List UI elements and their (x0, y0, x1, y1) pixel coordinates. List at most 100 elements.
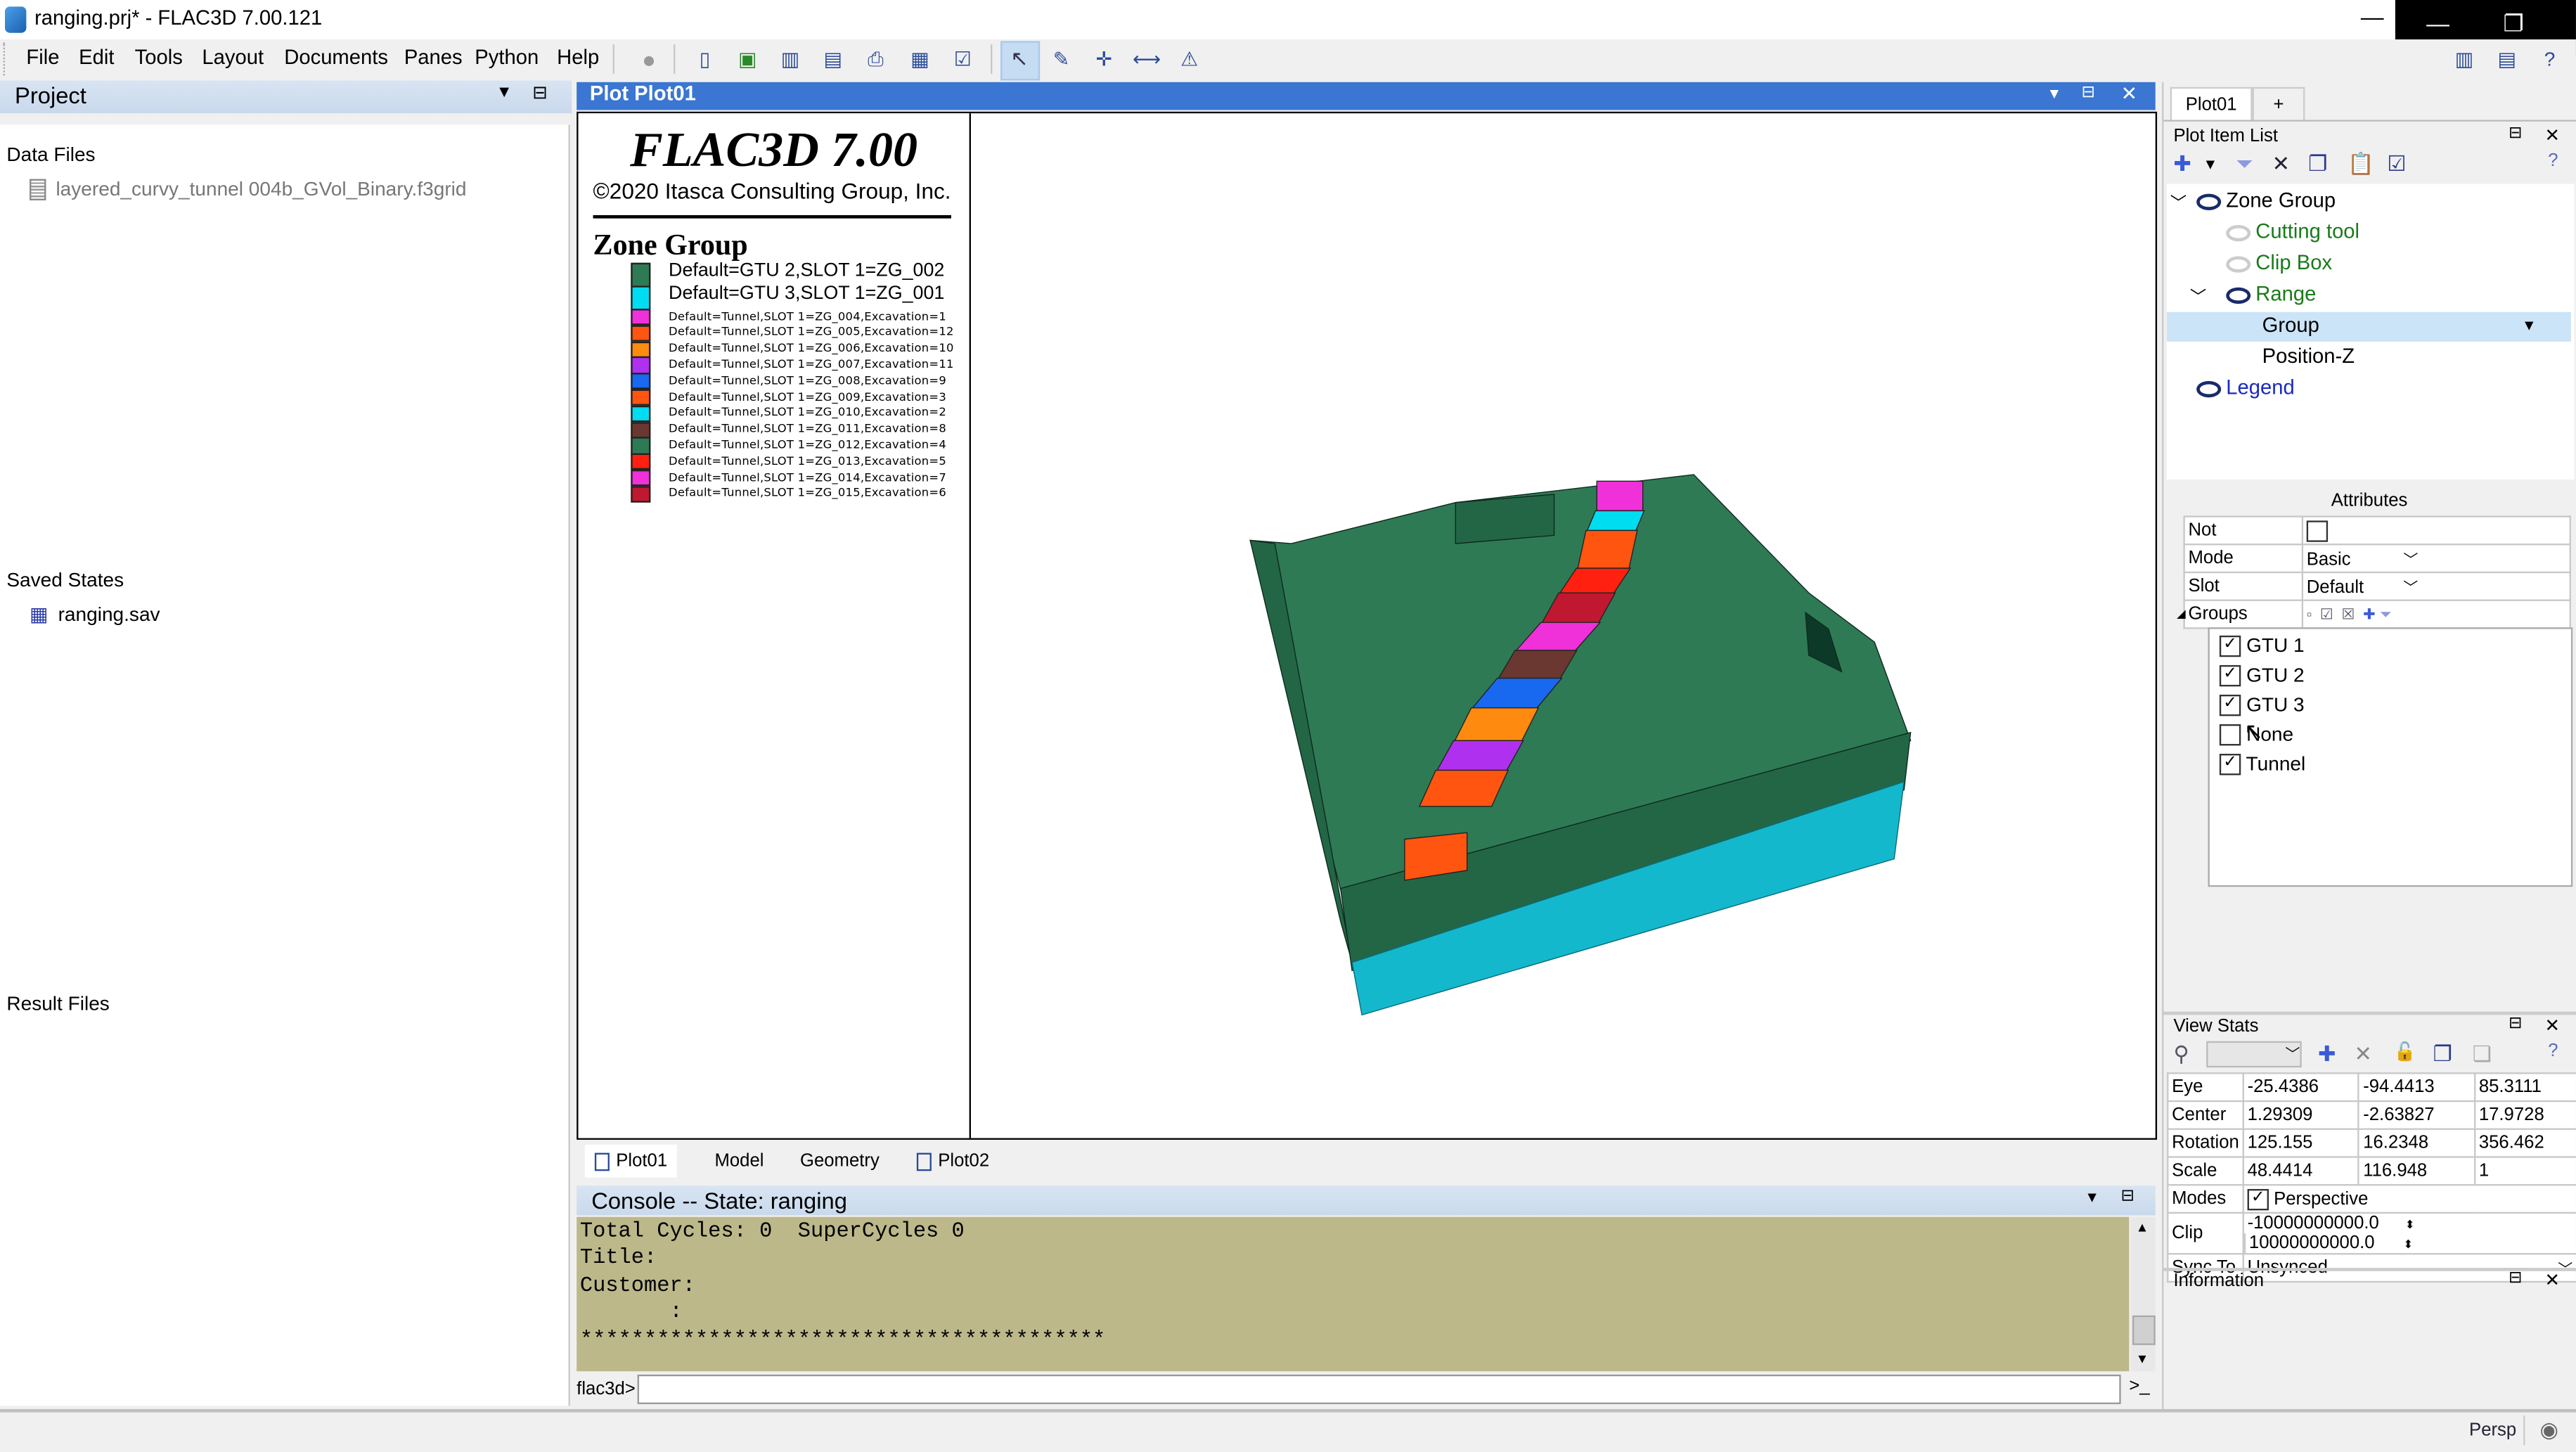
restore-button[interactable]: ❐ (2480, 10, 2546, 38)
scroll-down-icon[interactable]: ▼ (2136, 1351, 2149, 1366)
chevron-down-icon[interactable]: ﹀ (2190, 283, 2206, 307)
close-icon[interactable]: ✕ (2545, 1015, 2561, 1036)
panel-float-icon[interactable]: ⊟ (2121, 1188, 2135, 1206)
tab-geometry[interactable]: Geometry (790, 1145, 889, 1178)
tab-plot01[interactable]: Plot01 (584, 1144, 678, 1178)
group-checkbox-item[interactable]: ✓ GTU 3 (2219, 693, 2305, 717)
select-pointer-button[interactable]: ↖ (1000, 41, 1041, 81)
tree-item[interactable]: Group ▼ (2167, 311, 2571, 342)
tree-item[interactable]: Position-Z (2167, 343, 2571, 373)
panel-menu-icon[interactable]: ▼ (2047, 85, 2062, 101)
visibility-eye-icon[interactable] (2196, 380, 2222, 398)
menu-layout[interactable]: Layout (202, 46, 264, 69)
tree-item[interactable]: Legend (2167, 375, 2571, 404)
center-z[interactable]: 17.9728 (2473, 1100, 2576, 1130)
rotation-x[interactable]: 125.155 (2242, 1128, 2360, 1158)
pick-icon[interactable]: ✎ (1046, 44, 1076, 74)
clip-min-input[interactable]: -10000000000.0 (2244, 1214, 2405, 1233)
axes-icon[interactable]: ⚠ (1175, 44, 1204, 74)
minimize-button[interactable]: — (2352, 4, 2392, 33)
mode-select[interactable]: Basic ﹀ (2301, 544, 2571, 574)
visibility-eye-icon[interactable] (2226, 224, 2251, 242)
group-checkbox[interactable]: ✓ (2219, 754, 2241, 776)
panel-float-icon[interactable]: ⊟ (2082, 84, 2096, 102)
plot-check-icon[interactable]: ☑ (948, 44, 977, 74)
group-checkbox-item[interactable]: ✓ GTU 2 (2219, 664, 2305, 688)
close-icon[interactable]: ✕ (2545, 125, 2561, 146)
group-checkbox[interactable]: ✓ (2219, 636, 2241, 658)
plot-export-icon[interactable]: ▤ (818, 44, 848, 74)
filter-icon[interactable]: ⏷ (2380, 605, 2392, 622)
uncheck-all-icon[interactable]: ▫ (2307, 605, 2312, 622)
copy-icon[interactable]: ❐ (2308, 151, 2327, 177)
eye-x[interactable]: -25.4386 (2242, 1072, 2360, 1103)
panel-float-icon[interactable]: ⊟ (2509, 1269, 2523, 1287)
group-checkbox[interactable]: ✓ (2219, 665, 2241, 688)
eye-z[interactable]: 85.3111 (2473, 1072, 2576, 1103)
menu-python[interactable]: Python (475, 46, 539, 69)
saved-state-item[interactable]: ▦ ranging.sav (30, 603, 160, 626)
panel-menu-icon[interactable]: ▼ (496, 84, 513, 102)
plot-new-icon[interactable]: ▯ (690, 44, 719, 74)
help-icon[interactable]: ? (2548, 1041, 2558, 1061)
minimize-button-overlay[interactable]: — (2405, 10, 2471, 36)
menu-panes[interactable]: Panes (404, 46, 463, 69)
collapse-groups-icon[interactable]: ◢ (2177, 608, 2186, 621)
clip-max-spinner[interactable]: ⬍ (2404, 1240, 2414, 1251)
eye-y[interactable]: -94.4413 (2358, 1072, 2476, 1103)
add-dropdown-icon[interactable]: ▼ (2203, 156, 2218, 172)
help-icon[interactable]: ? (2548, 151, 2558, 171)
panel-float-icon[interactable]: ⊟ (2509, 125, 2523, 143)
tab-plot01-control[interactable]: Plot01 (2170, 86, 2253, 122)
tab-model[interactable]: Model (704, 1145, 773, 1178)
record-icon[interactable]: ● (634, 44, 664, 74)
visibility-eye-icon[interactable] (2196, 193, 2222, 210)
visibility-eye-icon[interactable] (2226, 256, 2251, 273)
group-checkbox-item[interactable]: ✓ Tunnel (2219, 752, 2305, 776)
menu-file[interactable]: File (26, 46, 59, 69)
delete-view-icon[interactable]: ✕ (2354, 1041, 2371, 1067)
add-view-icon[interactable]: ✚ (2318, 1041, 2336, 1067)
model-3d-view[interactable] (971, 113, 2153, 1138)
center-x[interactable]: 1.29309 (2242, 1100, 2360, 1130)
layout-help-icon[interactable]: ? (2535, 44, 2565, 74)
menu-edit[interactable]: Edit (79, 46, 114, 69)
invert-check-icon[interactable]: ☒ (2342, 605, 2355, 622)
rotation-y[interactable]: 16.2348 (2358, 1128, 2476, 1158)
check-all-icon[interactable]: ☑ (2387, 151, 2406, 177)
add-plot-tab-button[interactable]: + (2252, 86, 2305, 122)
ruler-icon[interactable]: ⟷ (1132, 44, 1161, 74)
plot-canvas[interactable]: FLAC3D 7.00 ©2020 Itasca Consulting Grou… (577, 111, 2158, 1140)
paste-icon[interactable]: 📋 (2348, 151, 2374, 177)
scale-z[interactable]: 1 (2473, 1156, 2576, 1186)
close-icon[interactable]: ✕ (2545, 1269, 2561, 1291)
tree-item[interactable]: ﹀ Zone Group (2167, 187, 2571, 217)
check-all-icon[interactable]: ☑ (2320, 605, 2333, 622)
visibility-eye-icon[interactable] (2226, 287, 2251, 304)
menu-documents[interactable]: Documents (284, 46, 388, 69)
panel-float-icon[interactable]: ⊟ (2509, 1015, 2523, 1033)
scale-y[interactable]: 116.948 (2358, 1156, 2476, 1186)
tree-item[interactable]: ﹀ Range (2167, 281, 2571, 310)
add-group-icon[interactable]: ✚ (2363, 605, 2376, 622)
run-command-icon[interactable]: >_ (2129, 1376, 2149, 1396)
tree-item[interactable]: Clip Box (2167, 250, 2571, 279)
clip-min-spinner[interactable]: ⬍ (2405, 1220, 2415, 1231)
dropdown-arrow-icon[interactable]: ▼ (2522, 317, 2537, 333)
tab-plot02[interactable]: Plot02 (907, 1145, 999, 1178)
rotation-z[interactable]: 356.462 (2473, 1128, 2576, 1158)
layout-icon[interactable]: ▥ (2449, 44, 2479, 74)
panel-float-icon[interactable]: ⊟ (532, 82, 548, 103)
close-icon[interactable]: ✕ (2121, 82, 2138, 105)
view-icon[interactable]: ⚲ (2173, 1041, 2189, 1067)
group-checkbox[interactable] (2219, 724, 2241, 747)
perspective-checkbox[interactable]: ✓ (2247, 1188, 2269, 1210)
console-scrollbar[interactable]: ▲ ▼ (2130, 1216, 2156, 1372)
delete-icon[interactable]: ✕ (2272, 151, 2290, 177)
menu-tools[interactable]: Tools (135, 46, 183, 69)
plot-save-icon[interactable]: ▥ (775, 44, 805, 74)
view-preset-select[interactable]: ﹀ (2206, 1041, 2302, 1068)
crosshair-icon[interactable]: ✛ (1089, 44, 1119, 74)
tree-item[interactable]: Cutting tool (2167, 219, 2571, 248)
not-checkbox[interactable] (2306, 520, 2329, 541)
